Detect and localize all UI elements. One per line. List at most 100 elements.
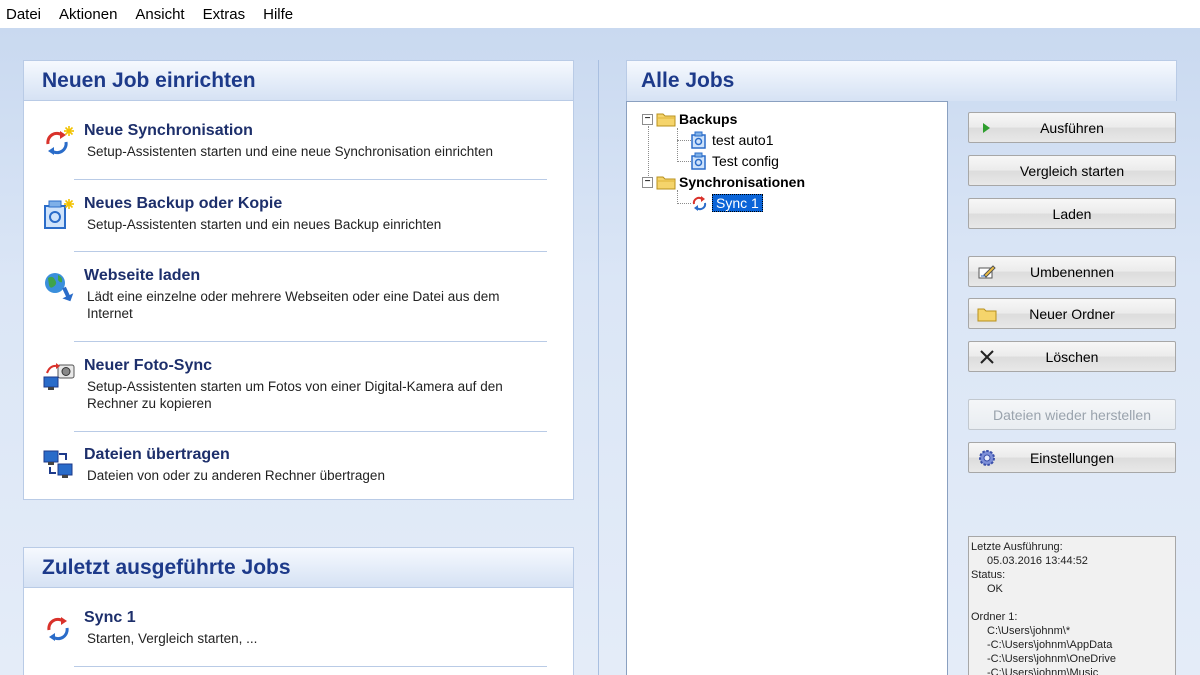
separator bbox=[74, 341, 547, 342]
sync-icon bbox=[692, 196, 707, 211]
delete-label: Löschen bbox=[1045, 348, 1099, 365]
rename-label: Umbenennen bbox=[1029, 263, 1115, 280]
rename-icon bbox=[978, 265, 996, 279]
last-run-value: 05.03.2016 13:44:52 bbox=[987, 555, 1088, 567]
folder-line: C:\Users\johnm\* bbox=[987, 625, 1071, 637]
camera-sync-icon bbox=[42, 359, 76, 393]
new-sync-desc: Setup-Assistenten starten und eine neue … bbox=[87, 144, 494, 159]
new-photo-sync-title: Neuer Foto-Sync bbox=[84, 357, 213, 374]
column-divider bbox=[598, 60, 599, 675]
new-photo-sync-action[interactable]: Neuer Foto-Sync Setup-Assistenten starte… bbox=[42, 357, 542, 412]
load-label: Laden bbox=[1052, 205, 1092, 222]
backup-icon bbox=[691, 152, 706, 170]
new-backup-action[interactable]: Neues Backup oder Kopie Setup-Assistente… bbox=[42, 195, 542, 233]
recent-jobs-title: Zuletzt ausgeführte Jobs bbox=[42, 555, 291, 579]
transfer-files-desc: Dateien von oder zu anderen Rechner über… bbox=[87, 468, 385, 483]
all-jobs-header: Alle Jobs bbox=[627, 61, 1176, 101]
tree-node-sync1[interactable]: Sync 1 bbox=[691, 193, 763, 213]
folder-line: -C:\Users\johnm\OneDrive bbox=[987, 653, 1116, 665]
recent-job-desc: Starten, Vergleich starten, ... bbox=[87, 631, 258, 646]
collapse-icon[interactable]: − bbox=[642, 113, 653, 125]
settings-label: Einstellungen bbox=[1029, 449, 1115, 466]
tree-line bbox=[677, 128, 678, 162]
restore-files-button[interactable]: Dateien wieder herstellen bbox=[968, 399, 1176, 430]
tree-label-backups: Backups bbox=[679, 111, 738, 127]
recent-jobs-panel: Zuletzt ausgeführte Jobs Sync 1 Starten,… bbox=[23, 547, 574, 675]
collapse-icon[interactable]: − bbox=[642, 176, 653, 188]
load-website-action[interactable]: Webseite laden Lädt eine einzelne oder m… bbox=[42, 267, 542, 322]
computers-transfer-icon bbox=[42, 448, 76, 482]
restore-files-label: Dateien wieder herstellen bbox=[993, 406, 1151, 423]
new-backup-desc: Setup-Assistenten starten und ein neues … bbox=[87, 217, 442, 232]
tree-label-sync1: Sync 1 bbox=[712, 194, 763, 212]
menu-aktionen[interactable]: Aktionen bbox=[59, 6, 117, 23]
settings-button[interactable]: Einstellungen bbox=[968, 442, 1176, 473]
backup-new-icon bbox=[42, 197, 76, 231]
tree-node-synchronisationen[interactable]: − Synchronisationen bbox=[642, 172, 805, 192]
backup-icon bbox=[691, 131, 706, 149]
app-window: Datei Aktionen Ansicht Extras Hilfe Neue… bbox=[0, 0, 1200, 675]
delete-button[interactable]: Löschen bbox=[968, 341, 1176, 372]
new-sync-title: Neue Synchronisation bbox=[84, 122, 253, 139]
tree-node-test-auto1[interactable]: test auto1 bbox=[691, 130, 774, 150]
recent-jobs-header: Zuletzt ausgeführte Jobs bbox=[24, 548, 573, 588]
tree-label-test-auto1: test auto1 bbox=[712, 132, 774, 148]
run-button[interactable]: Ausführen bbox=[968, 112, 1176, 143]
job-tree[interactable]: − Backups test auto1 Test config − Synch… bbox=[626, 101, 948, 675]
tree-line bbox=[677, 203, 691, 204]
job-info-box: Letzte Ausführung: 05.03.2016 13:44:52 S… bbox=[968, 536, 1176, 675]
rename-button[interactable]: Umbenennen bbox=[968, 256, 1176, 287]
folder-line: -C:\Users\johnm\Music bbox=[987, 667, 1099, 675]
compare-button[interactable]: Vergleich starten bbox=[968, 155, 1176, 186]
play-icon bbox=[983, 123, 990, 133]
load-button[interactable]: Laden bbox=[968, 198, 1176, 229]
close-icon bbox=[980, 350, 994, 364]
new-folder-button[interactable]: Neuer Ordner bbox=[968, 298, 1176, 329]
menu-hilfe[interactable]: Hilfe bbox=[263, 6, 293, 23]
new-backup-title: Neues Backup oder Kopie bbox=[84, 195, 283, 212]
tree-line bbox=[677, 140, 691, 141]
folder-icon bbox=[977, 308, 997, 322]
folder-line: -C:\Users\johnm\AppData bbox=[987, 639, 1113, 651]
folder-icon bbox=[656, 113, 676, 127]
status-value: OK bbox=[987, 583, 1003, 595]
new-photo-sync-desc: Setup-Assistenten starten um Fotos von e… bbox=[87, 379, 503, 411]
separator bbox=[74, 431, 547, 432]
all-jobs-title: Alle Jobs bbox=[641, 69, 735, 92]
run-label: Ausführen bbox=[1040, 119, 1104, 136]
recent-job-item[interactable]: Sync 1 Starten, Vergleich starten, ... bbox=[42, 609, 542, 647]
load-website-title: Webseite laden bbox=[84, 267, 201, 284]
new-job-title: Neuen Job einrichten bbox=[42, 68, 256, 92]
tree-node-backups[interactable]: − Backups bbox=[642, 109, 737, 129]
transfer-files-action[interactable]: Dateien übertragen Dateien von oder zu a… bbox=[42, 446, 542, 484]
sync-new-icon bbox=[42, 124, 76, 158]
tree-label-synchronisationen: Synchronisationen bbox=[679, 174, 806, 190]
tree-line bbox=[677, 190, 678, 204]
compare-label: Vergleich starten bbox=[1019, 162, 1125, 179]
new-job-panel: Neuen Job einrichten Neue Synchronisatio… bbox=[23, 60, 574, 500]
all-jobs-panel: Alle Jobs bbox=[626, 60, 1177, 101]
separator bbox=[74, 251, 547, 252]
tree-node-test-config[interactable]: Test config bbox=[691, 151, 779, 171]
transfer-files-title: Dateien übertragen bbox=[84, 446, 230, 463]
tree-label-test-config: Test config bbox=[712, 153, 779, 169]
recent-job-title: Sync 1 bbox=[84, 609, 136, 626]
new-job-header: Neuen Job einrichten bbox=[24, 61, 573, 101]
last-run-label: Letzte Ausführung: bbox=[971, 541, 1063, 553]
sync-icon bbox=[42, 611, 76, 645]
load-website-desc: Lädt eine einzelne oder mehrere Webseite… bbox=[87, 289, 500, 321]
folder-icon bbox=[656, 176, 676, 190]
folder-label: Ordner 1: bbox=[971, 611, 1018, 623]
new-sync-action[interactable]: Neue Synchronisation Setup-Assistenten s… bbox=[42, 122, 542, 160]
globe-download-icon bbox=[42, 269, 76, 303]
separator bbox=[74, 179, 547, 180]
menu-ansicht[interactable]: Ansicht bbox=[135, 6, 184, 23]
new-folder-label: Neuer Ordner bbox=[1029, 305, 1115, 322]
menu-extras[interactable]: Extras bbox=[203, 6, 246, 23]
menu-bar: Datei Aktionen Ansicht Extras Hilfe bbox=[0, 0, 1200, 28]
menu-datei[interactable]: Datei bbox=[6, 6, 41, 23]
gear-icon bbox=[979, 450, 995, 466]
status-label: Status: bbox=[971, 569, 1006, 581]
separator bbox=[74, 666, 547, 667]
tree-line bbox=[648, 126, 649, 178]
